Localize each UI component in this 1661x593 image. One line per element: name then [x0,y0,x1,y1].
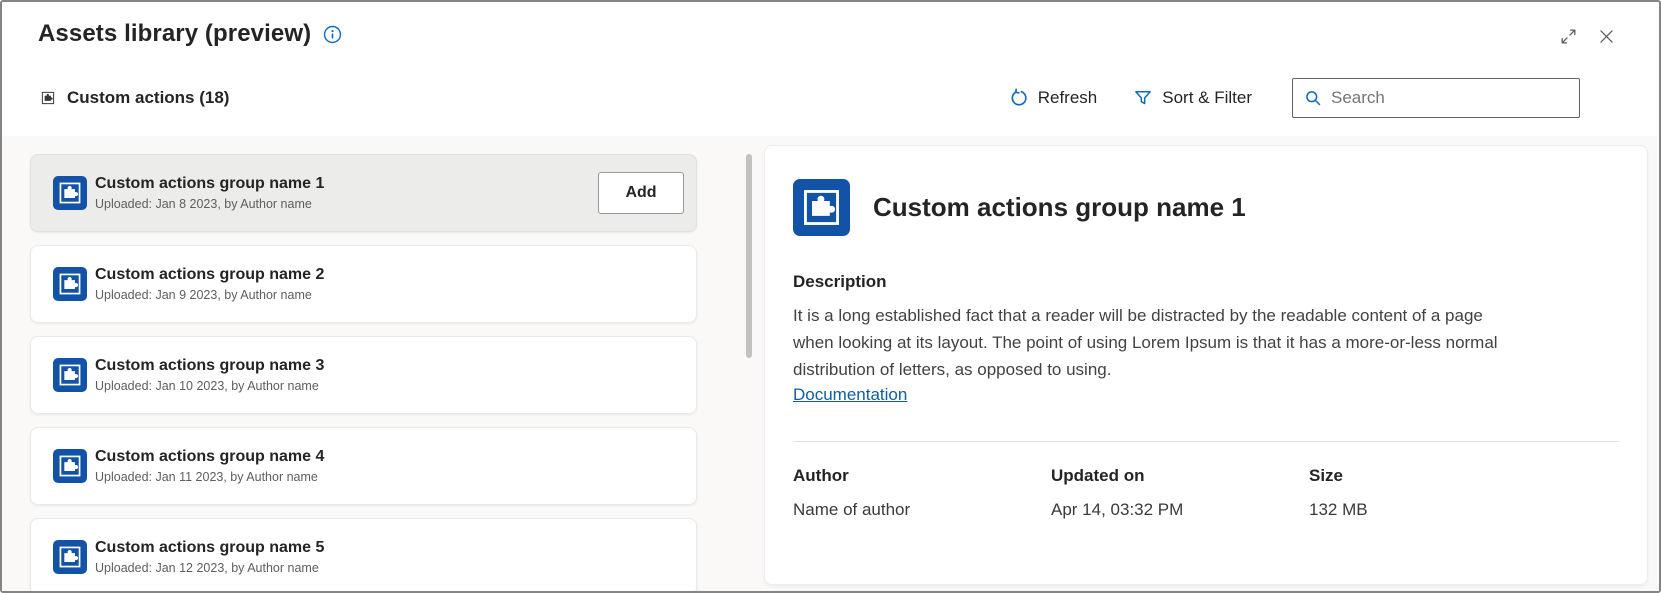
custom-actions-list: Custom actions group name 1 Uploaded: Ja… [30,154,697,591]
list-item-subtitle: Uploaded: Jan 12 2023, by Author name [95,561,319,575]
puzzle-square-icon [53,540,87,574]
sort-filter-label: Sort & Filter [1162,88,1252,107]
sort-filter-button[interactable]: Sort & Filter [1133,88,1252,108]
list-item[interactable]: Custom actions group name 3 Uploaded: Ja… [30,336,697,414]
section-label: Custom actions (18) [38,88,229,108]
search-input[interactable] [1331,88,1579,108]
list-item-subtitle: Uploaded: Jan 11 2023, by Author name [95,470,318,484]
list-item-title: Custom actions group name 1 [95,175,325,192]
window-controls [1557,25,1617,47]
page-title: Assets library (preview) [38,20,312,47]
list-item-title: Custom actions group name 3 [95,357,325,374]
list-item[interactable]: Custom actions group name 5 Uploaded: Ja… [30,518,697,591]
search-box[interactable] [1292,78,1580,118]
search-icon [1306,91,1321,106]
list-item-title: Custom actions group name 2 [95,266,325,283]
list-item-subtitle: Uploaded: Jan 10 2023, by Author name [95,379,319,393]
titlebar: Assets library (preview) [38,20,342,48]
list-item[interactable]: Custom actions group name 1 Uploaded: Ja… [30,154,697,232]
detail-panel: Custom actions group name 1 Description … [764,145,1648,585]
list-item[interactable]: Custom actions group name 4 Uploaded: Ja… [30,427,697,505]
detail-title: Custom actions group name 1 [873,192,1246,222]
refresh-icon [1011,88,1027,106]
content-area: Custom actions group name 1 Uploaded: Ja… [2,136,1659,591]
puzzle-square-icon [41,91,55,105]
section-label-text: Custom actions (18) [67,88,230,107]
list-item[interactable]: Custom actions group name 2 Uploaded: Ja… [30,245,697,323]
info-icon[interactable] [323,25,342,44]
list-item-title: Custom actions group name 4 [95,448,325,465]
expand-icon[interactable] [1557,25,1579,47]
size-label: Size [1309,466,1344,485]
size-value: 132 MB [1309,500,1368,519]
puzzle-square-icon [53,267,87,301]
description-heading: Description [793,272,887,291]
filter-icon [1135,91,1152,105]
list-item-subtitle: Uploaded: Jan 8 2023, by Author name [95,197,312,211]
toolbar-actions: Refresh Sort & Filter [1009,78,1580,118]
description-text: It is a long established fact that a rea… [793,306,1498,379]
refresh-label: Refresh [1037,88,1098,107]
author-label: Author [793,466,849,485]
updated-on-value: Apr 14, 03:32 PM [1051,500,1184,519]
add-button[interactable]: Add [598,172,684,214]
list-item-subtitle: Uploaded: Jan 9 2023, by Author name [95,288,312,302]
puzzle-square-icon [53,358,87,392]
author-value: Name of author [793,500,911,519]
list-item-title: Custom actions group name 5 [95,539,325,556]
divider [793,441,1619,442]
puzzle-square-icon [53,449,87,483]
metadata-row: Author Name of author Updated on Apr 14,… [793,466,1619,520]
updated-on-label: Updated on [1051,466,1145,485]
list-scrollbar[interactable] [746,154,752,358]
close-icon[interactable] [1595,25,1617,47]
puzzle-square-icon [793,179,850,236]
documentation-link[interactable]: Documentation [793,385,907,405]
refresh-button[interactable]: Refresh [1009,88,1098,108]
puzzle-square-icon [53,176,87,210]
